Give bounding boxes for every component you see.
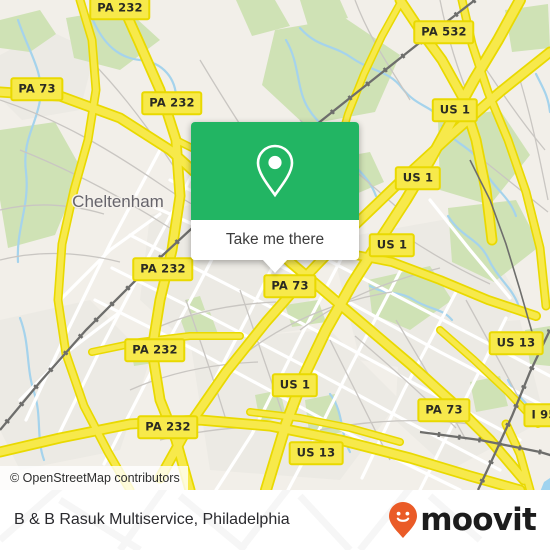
moovit-smiley-pin-icon [389, 502, 418, 538]
moovit-logo[interactable]: moovit [388, 501, 537, 539]
road-shield: PA 232 [89, 0, 151, 20]
moovit-wordmark: moovit [420, 501, 537, 538]
popup-image [191, 122, 359, 220]
map-attribution[interactable]: © OpenStreetMap contributors [0, 466, 188, 490]
road-shield: US 13 [488, 331, 544, 355]
location-popup-card[interactable]: Take me there [191, 122, 359, 273]
road-shield: PA 73 [417, 398, 471, 422]
location-title: B & B Rasuk Multiservice, Philadelphia [14, 511, 290, 528]
road-shield: I 95 [523, 403, 550, 427]
road-shield: PA 232 [132, 257, 194, 281]
road-shield: PA 532 [413, 20, 475, 44]
road-shield: US 1 [271, 373, 319, 397]
map-page: Cheltenham PA 232 PA 532 PA 73 PA 232 US 1 US… [0, 0, 550, 550]
road-shield: US 1 [394, 166, 442, 190]
road-shield: US 13 [288, 441, 344, 465]
take-me-there-button[interactable]: Take me there [191, 220, 359, 260]
road-shield: PA 232 [137, 415, 199, 439]
place-label-cheltenham: Cheltenham [72, 192, 164, 211]
map-canvas[interactable]: Cheltenham PA 232 PA 532 PA 73 PA 232 US 1 US… [0, 0, 550, 490]
footer-bar: B & B Rasuk Multiservice, Philadelphia m… [0, 490, 550, 550]
road-shield: US 1 [368, 233, 416, 257]
road-shield: US 1 [431, 98, 479, 122]
popup-tail-pointer [262, 259, 288, 273]
road-shield: PA 73 [263, 274, 317, 298]
road-shield: PA 232 [124, 338, 186, 362]
map-pin-icon [256, 144, 294, 198]
road-shield: PA 73 [10, 77, 64, 101]
road-shield: PA 232 [141, 91, 203, 115]
footer-content: B & B Rasuk Multiservice, Philadelphia m… [0, 490, 550, 550]
